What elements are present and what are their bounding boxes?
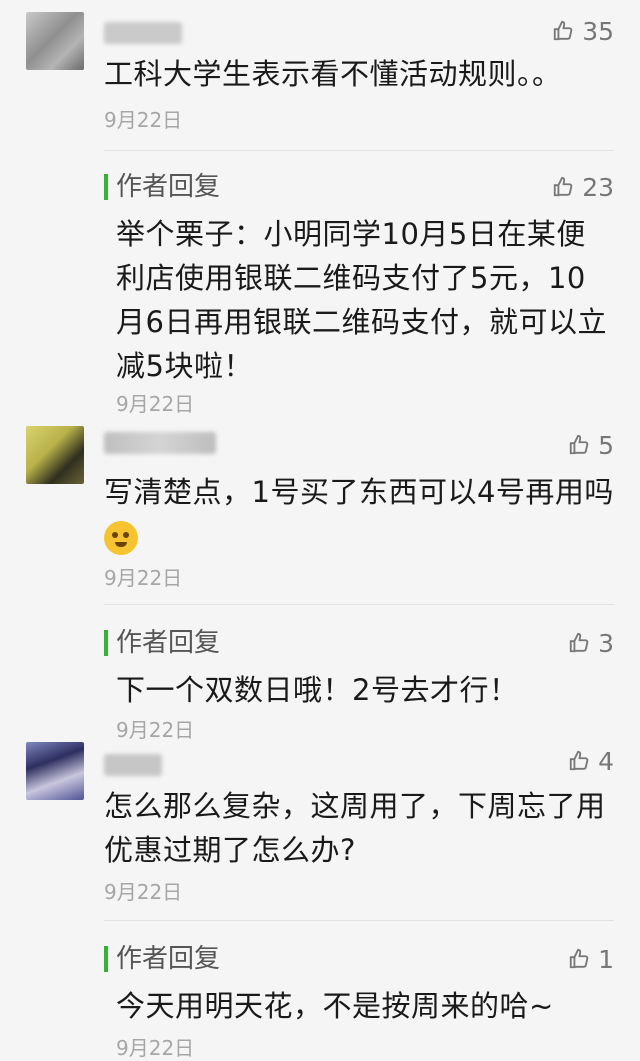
comment-item: 4 怎么那么复杂，这周用了，下周忘了用优惠过期了怎么办? 9月22日 作者回复 … xyxy=(0,740,640,1060)
username-blurred[interactable] xyxy=(104,754,162,776)
reply-like-count: 1 xyxy=(598,944,614,974)
username-blurred[interactable] xyxy=(104,432,216,454)
thumbs-up-icon xyxy=(554,20,573,41)
comment-text: 工科大学生表示看不懂活动规则。。 xyxy=(104,57,562,91)
comment-date: 9月22日 xyxy=(104,566,183,590)
reply-like-count: 3 xyxy=(598,628,614,658)
author-reply-label: 作者回复 xyxy=(116,628,221,658)
comment-item: 5 写清楚点，1号买了东西可以4号再用吗 9月22日 作者回复 3 下一个双数日… xyxy=(0,410,640,742)
comment-item: 35 工科大学生表示看不懂活动规则。。 9月22日 作者回复 23 举个栗子：小… xyxy=(0,0,640,416)
comment-text: 怎么那么复杂，这周用了，下周忘了用优惠过期了怎么办? xyxy=(104,789,606,867)
author-reply-label: 作者回复 xyxy=(116,944,221,974)
comment-date: 9月22日 xyxy=(104,108,183,132)
comment-list: 35 工科大学生表示看不懂活动规则。。 9月22日 作者回复 23 举个栗子：小… xyxy=(0,0,640,1060)
reply-accent-bar xyxy=(104,946,108,972)
like-button[interactable]: 35 xyxy=(552,16,614,46)
reply-accent-bar xyxy=(104,630,108,656)
divider xyxy=(104,150,614,151)
reply-like-button[interactable]: 23 xyxy=(552,172,614,202)
like-button[interactable]: 4 xyxy=(568,746,614,776)
thumbs-up-icon xyxy=(569,750,589,771)
thumbs-up-icon xyxy=(569,632,589,653)
author-reply-text: 举个栗子：小明同学10月5日在某便利店使用银联二维码支付了5元，10月6日再用银… xyxy=(116,217,607,383)
user-avatar[interactable] xyxy=(26,742,84,800)
author-reply-label: 作者回复 xyxy=(116,172,221,202)
comment-date: 9月22日 xyxy=(104,880,183,904)
thumbs-up-icon xyxy=(554,176,573,197)
reply-date: 9月22日 xyxy=(116,1036,195,1060)
user-avatar[interactable] xyxy=(26,426,84,484)
reply-accent-bar xyxy=(104,174,108,200)
thumbs-up-icon xyxy=(569,434,589,455)
reply-like-button[interactable]: 3 xyxy=(568,628,614,658)
author-reply-text: 今天用明天花，不是按周来的哈~ xyxy=(116,989,554,1023)
reply-like-count: 23 xyxy=(582,172,614,202)
thumbs-up-icon xyxy=(569,948,589,969)
comment-text: 写清楚点，1号买了东西可以4号再用吗 xyxy=(104,470,614,558)
like-count: 35 xyxy=(582,16,614,46)
reply-date: 9月22日 xyxy=(116,718,195,742)
like-count: 5 xyxy=(598,430,614,460)
divider xyxy=(104,604,614,605)
comment-text-body: 写清楚点，1号买了东西可以4号再用吗 xyxy=(104,475,614,509)
reply-like-button[interactable]: 1 xyxy=(568,944,614,974)
like-button[interactable]: 5 xyxy=(568,430,614,460)
username-blurred[interactable] xyxy=(104,22,182,44)
like-count: 4 xyxy=(598,746,614,776)
grinning-face-emoji xyxy=(104,521,138,555)
user-avatar[interactable] xyxy=(26,12,84,70)
author-reply-text: 下一个双数日哦！2号去才行！ xyxy=(116,673,519,707)
divider xyxy=(104,920,614,921)
